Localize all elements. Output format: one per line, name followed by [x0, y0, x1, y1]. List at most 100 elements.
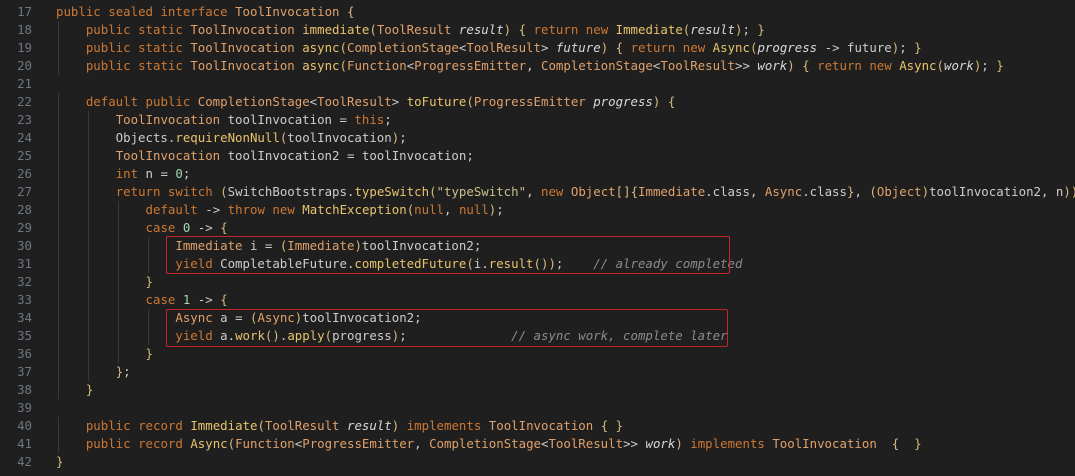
indent-guide: [117, 219, 119, 237]
line-number: 25: [17, 148, 32, 163]
indent-guide: [58, 219, 59, 237]
line-number: 32: [17, 274, 32, 289]
code-line[interactable]: }: [56, 453, 1075, 471]
code-line[interactable]: case 0 -> {: [56, 219, 1075, 237]
code-text: int n = 0;: [115, 166, 191, 181]
line-number: 23: [17, 112, 32, 127]
line-number: 38: [17, 382, 32, 397]
line-number: 18: [17, 22, 32, 37]
code-line[interactable]: public static ToolInvocation immediate(T…: [56, 21, 1075, 39]
line-number: 41: [17, 436, 32, 451]
indent-guide: [87, 165, 89, 183]
indent-guide: [87, 201, 89, 219]
code-line[interactable]: };: [56, 363, 1075, 381]
code-text: }: [145, 346, 153, 361]
indent-guide: [147, 309, 149, 327]
code-text: Async a = (Async)toolInvocation2;: [175, 310, 422, 325]
indent-guide: [58, 147, 59, 165]
line-number: 24: [17, 130, 32, 145]
code-text: }: [145, 274, 153, 289]
code-line[interactable]: }: [56, 381, 1075, 399]
indent-guide: [58, 345, 59, 363]
code-text: case 0 -> {: [145, 220, 228, 235]
indent-guide: [58, 57, 59, 75]
indent-guide: [58, 129, 59, 147]
line-number: 36: [17, 346, 32, 361]
code-area[interactable]: public sealed interface ToolInvocation {…: [56, 3, 1075, 471]
code-line[interactable]: public record Immediate(ToolResult resul…: [56, 417, 1075, 435]
code-line[interactable]: Immediate i = (Immediate)toolInvocation2…: [56, 237, 1075, 255]
indent-guide: [58, 363, 59, 381]
indent-guide: [117, 201, 119, 219]
indent-guide: [117, 273, 119, 291]
indent-guide: [87, 147, 89, 165]
code-text: public static ToolInvocation async(Funct…: [85, 58, 1004, 73]
code-text: yield CompletableFuture.completedFuture(…: [175, 256, 743, 271]
code-text: default -> throw new MatchException(null…: [145, 202, 504, 217]
indent-guide: [58, 255, 59, 273]
line-number: 20: [17, 58, 32, 73]
indent-guide: [87, 183, 89, 201]
indent-guide: [87, 291, 89, 309]
indent-guide: [117, 255, 119, 273]
code-editor[interactable]: 17 18 19 20 21 22 23 24 25 26 27 28 29 30 31 32 33 34 35 36…: [0, 0, 1075, 476]
code-text: Immediate i = (Immediate)toolInvocation2…: [175, 238, 482, 253]
indent-guide: [87, 345, 89, 363]
code-line[interactable]: return switch (SwitchBootstraps.typeSwit…: [56, 183, 1075, 201]
code-line[interactable]: Async a = (Async)toolInvocation2;: [56, 309, 1075, 327]
line-number: 33: [17, 292, 32, 307]
code-line[interactable]: int n = 0;: [56, 165, 1075, 183]
line-number: 19: [17, 40, 32, 55]
indent-guide: [58, 237, 59, 255]
code-line[interactable]: public static ToolInvocation async(Compl…: [56, 39, 1075, 57]
indent-guide: [58, 111, 59, 129]
code-line[interactable]: case 1 -> {: [56, 291, 1075, 309]
code-line[interactable]: Objects.requireNonNull(toolInvocation);: [56, 129, 1075, 147]
indent-guide: [87, 237, 89, 255]
indent-guide: [58, 93, 59, 111]
code-text: public static ToolInvocation async(Compl…: [85, 40, 922, 55]
indent-guide: [58, 201, 59, 219]
line-number: 17: [17, 4, 32, 19]
code-line[interactable]: default public CompletionStage<ToolResul…: [56, 93, 1075, 111]
line-number: 40: [17, 418, 32, 433]
indent-guide: [58, 381, 59, 399]
indent-guide: [87, 363, 89, 381]
code-line[interactable]: yield CompletableFuture.completedFuture(…: [56, 255, 1075, 273]
line-number: 42: [17, 454, 32, 469]
code-text: case 1 -> {: [145, 292, 228, 307]
code-line[interactable]: public record Async(Function<ProgressEmi…: [56, 435, 1075, 453]
line-number: 28: [17, 202, 32, 217]
indent-guide: [117, 237, 119, 255]
indent-guide: [58, 309, 59, 327]
line-number: 27: [17, 184, 32, 199]
line-number: 35: [17, 328, 32, 343]
code-text: Objects.requireNonNull(toolInvocation);: [56, 130, 407, 145]
code-line[interactable]: }: [56, 273, 1075, 291]
line-number: 39: [17, 400, 32, 415]
line-number: 26: [17, 166, 32, 181]
code-text: return switch (SwitchBootstraps.typeSwit…: [115, 184, 1075, 199]
code-line[interactable]: public sealed interface ToolInvocation {: [56, 3, 1075, 21]
line-number: 21: [17, 76, 32, 91]
code-line[interactable]: yield a.work().apply(progress); // async…: [56, 327, 1075, 345]
code-line[interactable]: [56, 399, 1075, 417]
indent-guide: [147, 327, 149, 345]
code-text: public sealed interface ToolInvocation {: [56, 4, 355, 19]
code-line[interactable]: [56, 75, 1075, 93]
indent-guide: [58, 273, 59, 291]
code-text: public record Async(Function<ProgressEmi…: [85, 436, 922, 451]
code-line[interactable]: public static ToolInvocation async(Funct…: [56, 57, 1075, 75]
code-line[interactable]: default -> throw new MatchException(null…: [56, 201, 1075, 219]
line-number: 29: [17, 220, 32, 235]
code-line[interactable]: ToolInvocation toolInvocation = this;: [56, 111, 1075, 129]
code-text: }: [85, 382, 94, 397]
code-text: };: [115, 364, 131, 379]
line-number: 22: [17, 94, 32, 109]
indent-guide: [87, 219, 89, 237]
code-line[interactable]: }: [56, 345, 1075, 363]
indent-guide: [58, 39, 59, 57]
code-line[interactable]: ToolInvocation toolInvocation2 = toolInv…: [56, 147, 1075, 165]
code-text: yield a.work().apply(progress); // async…: [175, 328, 728, 343]
indent-guide: [117, 309, 119, 327]
